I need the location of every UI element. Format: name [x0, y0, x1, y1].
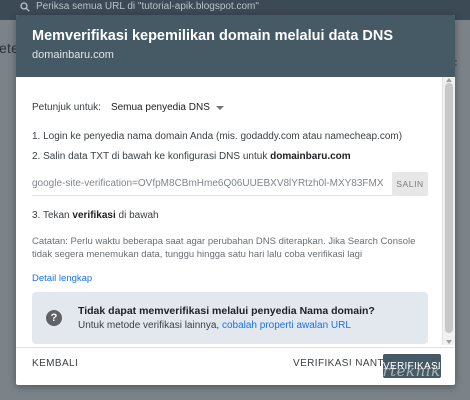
- instructions-row: Petunjuk untuk: Semua penyedia DNS: [32, 102, 224, 113]
- help-icon: ?: [46, 310, 62, 326]
- verification-dialog: Memverifikasi kepemilikan domain melalui…: [16, 15, 455, 385]
- info-description: Untuk metode verifikasi lainnya, cobalah…: [78, 319, 375, 333]
- step-3-text: 3. Tekan: [32, 210, 73, 221]
- url-prefix-property-link[interactable]: cobalah properti awalan URL: [222, 320, 351, 331]
- step-3-bold: verifikasi: [72, 210, 116, 221]
- info-text: Tidak dapat memverifikasi melalui penyed…: [78, 304, 375, 333]
- dialog-header: Memverifikasi kepemilikan domain melalui…: [16, 15, 455, 77]
- chevron-down-icon: [215, 105, 224, 110]
- dialog-scrollbar[interactable]: [442, 77, 455, 345]
- copy-button[interactable]: SALIN: [392, 172, 428, 196]
- alternative-method-box: ? Tidak dapat memverifikasi melalui peny…: [32, 292, 428, 344]
- step-3-suffix: di bawah: [115, 210, 159, 221]
- txt-record-row: google-site-verification=OVfpM8CBmHme6Q0…: [32, 172, 428, 196]
- step-2: 2. Salin data TXT di bawah ke konfiguras…: [32, 151, 351, 162]
- scroll-down-icon[interactable]: [446, 340, 452, 344]
- dialog-title: Memverifikasi kepemilikan domain melalui…: [32, 28, 394, 44]
- back-button[interactable]: KEMBALI: [32, 358, 78, 369]
- background-search-text: Periksa semua URL di "tutorial-apik.blog…: [36, 1, 259, 12]
- dns-note: Catatan: Perlu waktu beberapa saat agar …: [32, 236, 416, 260]
- step-2-domain: domainbaru.com: [270, 151, 351, 162]
- dns-provider-value: Semua penyedia DNS: [110, 102, 210, 113]
- scroll-up-icon[interactable]: [446, 78, 452, 82]
- step-1: 1. Login ke penyedia nama domain Anda (m…: [32, 131, 403, 142]
- info-description-text: Untuk metode verifikasi lainnya,: [78, 319, 222, 331]
- watermark: Kiberteknik: [346, 362, 441, 380]
- details-link[interactable]: Detail lengkap: [32, 273, 92, 284]
- step-3: 3. Tekan verifikasi di bawah: [32, 210, 159, 221]
- dialog-subtitle: domainbaru.com: [32, 49, 114, 61]
- scrollbar-thumb[interactable]: [445, 83, 453, 333]
- info-title: Tidak dapat memverifikasi melalui penyed…: [78, 304, 375, 317]
- background-search-bar[interactable]: Periksa semua URL di "tutorial-apik.blog…: [20, 0, 280, 14]
- txt-record-field[interactable]: google-site-verification=OVfpM8CBmHme6Q0…: [32, 172, 392, 196]
- step-2-text: 2. Salin data TXT di bawah ke konfiguras…: [32, 151, 271, 162]
- dns-provider-select[interactable]: Semua penyedia DNS: [111, 102, 224, 113]
- instructions-label: Petunjuk untuk:: [32, 102, 101, 113]
- search-icon: [20, 2, 30, 12]
- dialog-body: Petunjuk untuk: Semua penyedia DNS 1. Lo…: [16, 77, 441, 347]
